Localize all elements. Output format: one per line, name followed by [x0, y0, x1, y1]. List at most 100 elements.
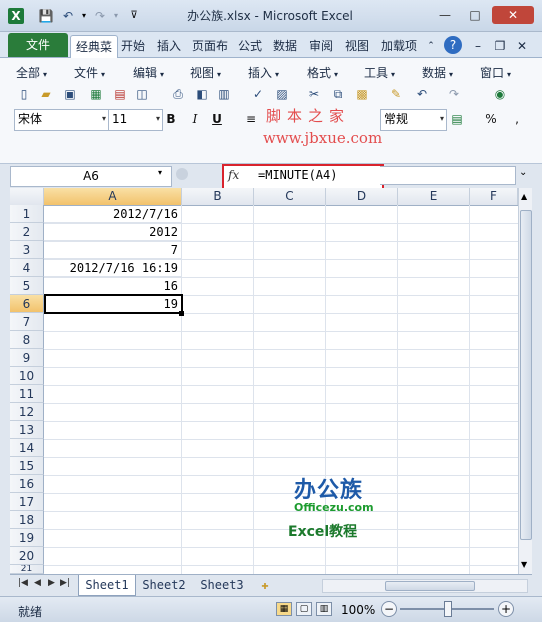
- open-folder-icon[interactable]: ▰: [38, 86, 54, 102]
- column-header-d[interactable]: D: [326, 188, 398, 205]
- menu-tools[interactable]: 工具 ▾: [364, 64, 395, 81]
- zoom-level[interactable]: 100%: [341, 603, 375, 617]
- tab-data[interactable]: 数据: [270, 35, 300, 57]
- last-sheet-icon[interactable]: ▶|: [60, 578, 70, 588]
- menu-all[interactable]: 全部 ▾: [16, 64, 47, 81]
- expand-formula-icon[interactable]: [176, 168, 188, 180]
- name-box[interactable]: A6: [10, 166, 172, 187]
- redo-icon[interactable]: ↷: [446, 86, 462, 102]
- sheet-tab-3[interactable]: Sheet3: [194, 575, 250, 595]
- cell-a3[interactable]: 7: [44, 241, 182, 259]
- doc-close-icon[interactable]: ✕: [514, 35, 530, 57]
- cell-a1[interactable]: 2012/7/16: [44, 205, 182, 223]
- paste-icon[interactable]: ▩: [354, 86, 370, 102]
- underline-button[interactable]: U: [208, 110, 226, 128]
- font-name-combo[interactable]: 宋体 ▾: [14, 109, 109, 131]
- scroll-up-icon[interactable]: ▲: [521, 192, 527, 201]
- row-header[interactable]: 16: [10, 475, 44, 493]
- first-sheet-icon[interactable]: |◀: [18, 578, 28, 588]
- column-header-a[interactable]: A: [44, 188, 182, 205]
- font-size-combo[interactable]: 11 ▾: [108, 109, 163, 131]
- column-header-b[interactable]: B: [182, 188, 254, 205]
- menu-format[interactable]: 格式 ▾: [307, 64, 338, 81]
- column-header-f[interactable]: F: [470, 188, 518, 205]
- tab-home[interactable]: 开始: [118, 35, 148, 57]
- hyperlink-icon[interactable]: ◉: [492, 86, 508, 102]
- cut-icon[interactable]: ✂: [306, 86, 322, 102]
- row-header[interactable]: 20: [10, 547, 44, 565]
- zoom-in-button[interactable]: +: [498, 601, 514, 617]
- tab-insert[interactable]: 插入: [154, 35, 184, 57]
- row-header[interactable]: 4: [10, 259, 44, 277]
- pdf-icon[interactable]: ▤: [112, 86, 128, 102]
- currency-format-icon[interactable]: ▤: [448, 110, 466, 128]
- close-button[interactable]: ✕: [492, 6, 534, 24]
- horizontal-scrollbar[interactable]: [322, 579, 528, 593]
- number-format-combo[interactable]: 常规 ▾: [380, 109, 447, 131]
- row-header[interactable]: 1: [10, 205, 44, 223]
- row-header[interactable]: 6: [10, 295, 44, 313]
- scroll-thumb[interactable]: [520, 210, 532, 540]
- prev-sheet-icon[interactable]: ◀: [34, 578, 41, 588]
- menu-file[interactable]: 文件 ▾: [74, 64, 105, 81]
- insert-sheet-icon[interactable]: ✚: [254, 575, 276, 595]
- row-header[interactable]: 8: [10, 331, 44, 349]
- row-header[interactable]: 19: [10, 529, 44, 547]
- research-icon[interactable]: ▨: [274, 86, 290, 102]
- cell-a5[interactable]: 16: [44, 277, 182, 295]
- save-icon[interactable]: ▣: [62, 86, 78, 102]
- undo-icon[interactable]: ↶: [414, 86, 430, 102]
- doc-restore-icon[interactable]: ❐: [492, 35, 508, 57]
- scroll-down-icon[interactable]: ▼: [521, 560, 527, 569]
- insert-function-icon[interactable]: fx: [228, 168, 239, 182]
- comma-style-icon[interactable]: ,: [508, 110, 526, 128]
- percent-button[interactable]: %: [482, 110, 500, 128]
- save-icon[interactable]: 💾: [38, 8, 54, 24]
- tab-addins[interactable]: 加载项: [378, 35, 420, 57]
- tab-classic-menu[interactable]: 经典菜: [70, 35, 118, 58]
- tab-formulas[interactable]: 公式: [236, 35, 264, 57]
- page-setup-icon[interactable]: ▥: [216, 86, 232, 102]
- next-sheet-icon[interactable]: ▶: [48, 578, 55, 588]
- normal-view-icon[interactable]: ▦: [276, 602, 292, 616]
- undo-icon[interactable]: ↶: [60, 8, 76, 24]
- sheet-tab-1[interactable]: Sheet1: [78, 575, 136, 596]
- align-left-icon[interactable]: ≡: [242, 110, 260, 128]
- row-header[interactable]: 15: [10, 457, 44, 475]
- vertical-scrollbar[interactable]: ▲ ▼: [518, 188, 532, 574]
- spellcheck-icon[interactable]: ✓: [250, 86, 266, 102]
- italic-button[interactable]: I: [186, 110, 204, 128]
- row-header[interactable]: 3: [10, 241, 44, 259]
- new-document-icon[interactable]: ▯: [16, 86, 32, 102]
- zoom-slider-thumb[interactable]: [444, 601, 452, 617]
- format-painter-icon[interactable]: ✎: [388, 86, 404, 102]
- formula-input[interactable]: =MINUTE(A4): [258, 168, 337, 182]
- tab-review[interactable]: 审阅: [306, 35, 336, 57]
- cell-a4[interactable]: 2012/7/16 16:19: [44, 259, 182, 277]
- row-header[interactable]: 12: [10, 403, 44, 421]
- formula-input-area[interactable]: [380, 166, 516, 185]
- column-header-e[interactable]: E: [398, 188, 470, 205]
- customize-toolbar-icon[interactable]: ⊽: [126, 8, 142, 24]
- row-header[interactable]: 18: [10, 511, 44, 529]
- permission-icon[interactable]: ◫: [134, 86, 150, 102]
- minimize-button[interactable]: —: [432, 6, 458, 24]
- copy-icon[interactable]: ⧉: [330, 86, 346, 102]
- help-icon[interactable]: ?: [444, 36, 462, 54]
- print-icon[interactable]: ⎙: [170, 86, 186, 102]
- menu-insert[interactable]: 插入 ▾: [248, 64, 279, 81]
- row-header[interactable]: 5: [10, 277, 44, 295]
- row-header[interactable]: 7: [10, 313, 44, 331]
- row-header[interactable]: 21: [10, 565, 44, 574]
- select-all-corner[interactable]: [10, 188, 44, 205]
- row-header[interactable]: 17: [10, 493, 44, 511]
- page-break-view-icon[interactable]: ▥: [316, 602, 332, 616]
- menu-view[interactable]: 视图 ▾: [190, 64, 221, 81]
- tab-file[interactable]: 文件: [8, 33, 68, 57]
- fill-handle[interactable]: [179, 311, 184, 316]
- print-preview-icon[interactable]: ◧: [194, 86, 210, 102]
- row-header[interactable]: 2: [10, 223, 44, 241]
- page-layout-view-icon[interactable]: ▢: [296, 602, 312, 616]
- column-header-c[interactable]: C: [254, 188, 326, 205]
- sheet-tab-2[interactable]: Sheet2: [136, 575, 192, 595]
